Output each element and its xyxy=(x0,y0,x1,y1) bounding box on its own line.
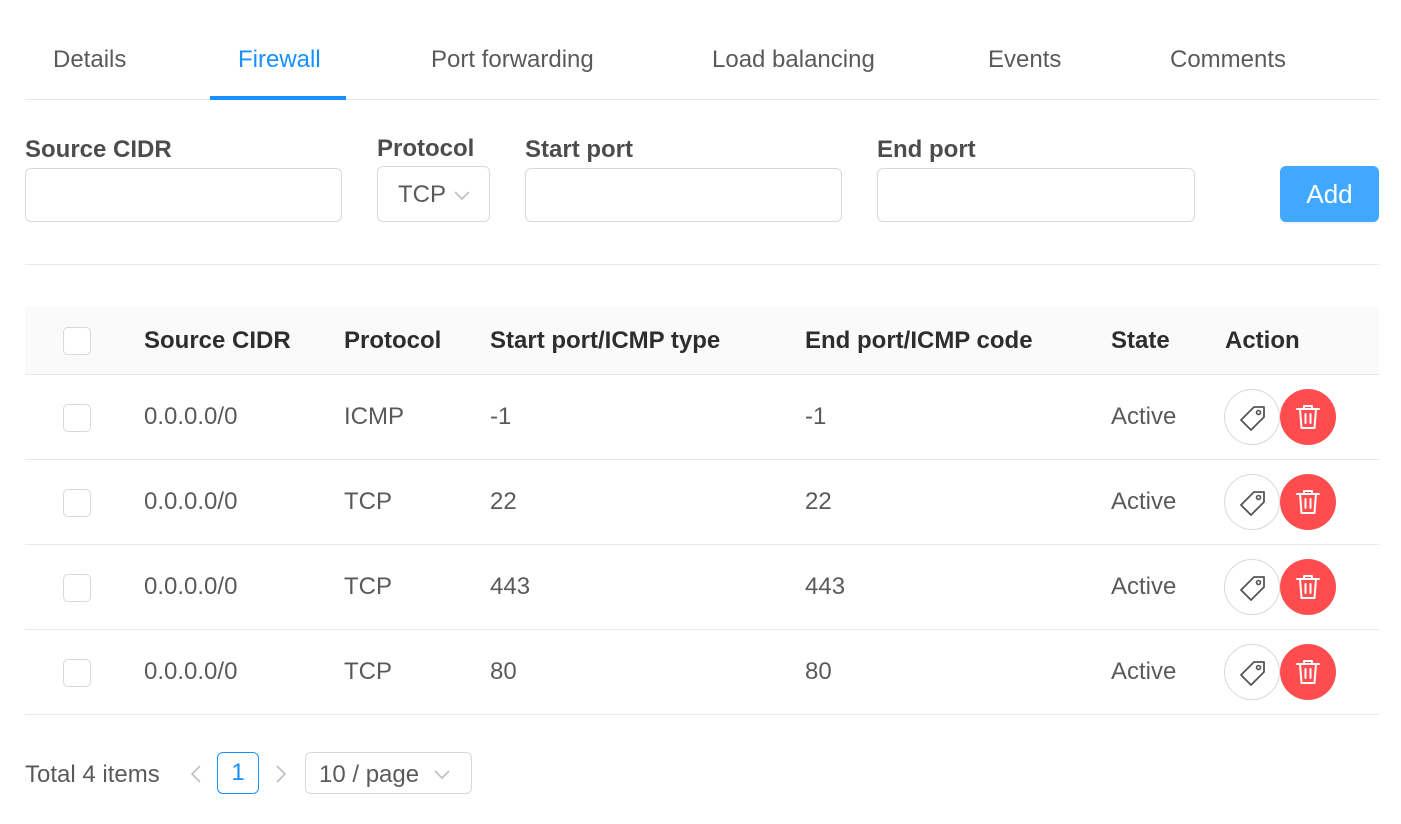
start-port-input[interactable] xyxy=(525,168,842,222)
edit-tags-button[interactable] xyxy=(1224,389,1280,445)
trash-icon xyxy=(1296,660,1320,684)
cell-source-cidr: 0.0.0.0/0 xyxy=(144,573,238,600)
row-checkbox[interactable] xyxy=(63,489,91,517)
table-row: 0.0.0.0/0 TCP 80 80 Active xyxy=(25,630,1379,715)
tag-icon xyxy=(1240,491,1265,516)
column-header-end-port: End port/ICMP code xyxy=(805,327,1033,354)
tab-load-balancing[interactable]: Load balancing xyxy=(712,46,875,74)
source-cidr-input[interactable] xyxy=(25,168,342,222)
table-row: 0.0.0.0/0 TCP 443 443 Active xyxy=(25,545,1379,630)
tag-icon xyxy=(1240,406,1265,431)
end-port-input[interactable] xyxy=(877,168,1195,222)
page-size-value: 10 / page xyxy=(319,761,420,788)
edit-tags-button[interactable] xyxy=(1224,474,1280,530)
delete-rule-button[interactable] xyxy=(1280,644,1336,700)
cell-end-port: 80 xyxy=(805,658,832,685)
cell-state: Active xyxy=(1111,488,1177,515)
column-header-source-cidr: Source CIDR xyxy=(144,327,291,354)
table-header: Source CIDR Protocol Start port/ICMP typ… xyxy=(25,307,1379,375)
cell-start-port: 443 xyxy=(490,573,531,600)
cell-start-port: 80 xyxy=(490,658,517,685)
protocol-label: Protocol xyxy=(377,135,475,162)
row-checkbox[interactable] xyxy=(63,574,91,602)
select-all-checkbox[interactable] xyxy=(63,327,91,355)
protocol-select-value: TCP xyxy=(398,181,446,208)
cell-protocol: ICMP xyxy=(344,403,404,430)
form-divider xyxy=(25,264,1379,265)
active-tab-indicator xyxy=(210,96,346,100)
edit-tags-button[interactable] xyxy=(1224,644,1280,700)
delete-rule-button[interactable] xyxy=(1280,389,1336,445)
cell-end-port: 22 xyxy=(805,488,832,515)
firewall-rules-table: Source CIDR Protocol Start port/ICMP typ… xyxy=(25,307,1379,715)
cell-protocol: TCP xyxy=(344,573,392,600)
total-items-label: Total 4 items xyxy=(25,761,160,788)
column-header-action: Action xyxy=(1225,327,1300,354)
source-cidr-label: Source CIDR xyxy=(25,136,172,163)
cell-source-cidr: 0.0.0.0/0 xyxy=(144,658,238,685)
column-header-protocol: Protocol xyxy=(344,327,442,354)
row-checkbox[interactable] xyxy=(63,659,91,687)
trash-icon xyxy=(1296,575,1320,599)
row-checkbox[interactable] xyxy=(63,404,91,432)
trash-icon xyxy=(1296,490,1320,514)
tab-details[interactable]: Details xyxy=(53,46,126,74)
column-header-start-port: Start port/ICMP type xyxy=(490,327,721,354)
add-rule-button[interactable]: Add xyxy=(1280,166,1379,222)
cell-source-cidr: 0.0.0.0/0 xyxy=(144,488,238,515)
tab-bar: Details Firewall Port forwarding Load ba… xyxy=(25,0,1379,100)
column-header-state: State xyxy=(1111,327,1170,354)
cell-protocol: TCP xyxy=(344,658,392,685)
cell-start-port: -1 xyxy=(490,403,512,430)
cell-state: Active xyxy=(1111,573,1177,600)
table-row: 0.0.0.0/0 ICMP -1 -1 Active xyxy=(25,375,1379,460)
cell-end-port: -1 xyxy=(805,403,827,430)
start-port-label: Start port xyxy=(525,136,633,163)
edit-tags-button[interactable] xyxy=(1224,559,1280,615)
tab-events[interactable]: Events xyxy=(988,46,1061,74)
cell-start-port: 22 xyxy=(490,488,517,515)
cell-protocol: TCP xyxy=(344,488,392,515)
delete-rule-button[interactable] xyxy=(1280,559,1336,615)
trash-icon xyxy=(1296,405,1320,429)
chevron-down-icon xyxy=(454,191,470,201)
tag-icon xyxy=(1240,661,1265,686)
cell-state: Active xyxy=(1111,403,1177,430)
page-size-select[interactable]: 10 / page xyxy=(305,752,472,794)
cell-source-cidr: 0.0.0.0/0 xyxy=(144,403,238,430)
tab-port-forwarding[interactable]: Port forwarding xyxy=(431,46,594,74)
protocol-select[interactable]: TCP xyxy=(377,166,490,222)
cell-state: Active xyxy=(1111,658,1177,685)
delete-rule-button[interactable] xyxy=(1280,474,1336,530)
chevron-down-icon xyxy=(434,770,450,780)
page-1-button[interactable]: 1 xyxy=(217,752,259,794)
tab-comments[interactable]: Comments xyxy=(1170,46,1286,74)
end-port-label: End port xyxy=(877,136,976,163)
chevron-left-icon[interactable] xyxy=(186,761,206,787)
chevron-right-icon[interactable] xyxy=(271,761,291,787)
table-row: 0.0.0.0/0 TCP 22 22 Active xyxy=(25,460,1379,545)
tab-firewall[interactable]: Firewall xyxy=(238,46,321,74)
cell-end-port: 443 xyxy=(805,573,846,600)
tag-icon xyxy=(1240,576,1265,601)
